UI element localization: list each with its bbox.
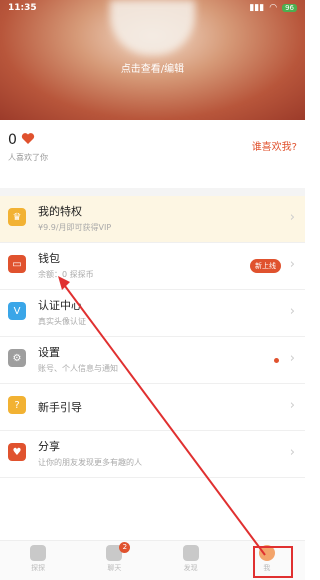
unread-badge: 2 (119, 542, 131, 553)
heart-icon (21, 130, 35, 149)
menu-item-share[interactable]: ♥ 分享 让你的朋友发现更多有趣的人 › (0, 431, 305, 478)
menu-item-subtitle: ¥9.9/月即可获得VIP (38, 223, 112, 232)
menu-item-title: 新手引导 (38, 401, 82, 414)
menu-item-subtitle: 账号、个人信息与通知 (38, 364, 118, 373)
menu-item-title: 认证中心 (38, 299, 82, 312)
crown-icon: ♛ (8, 208, 26, 226)
gear-icon: ⚙ (8, 349, 26, 367)
chevron-right-icon: › (289, 351, 295, 366)
settings-menu: ♛ 我的特权 ¥9.9/月即可获得VIP › ▭ 钱包 余额：0 探探币 新上线… (0, 196, 305, 478)
menu-item-title: 钱包 (38, 252, 60, 265)
wifi-icon: ◠ (269, 3, 278, 13)
status-time: 11:35 (8, 3, 37, 13)
status-bar: 11:35 ▮▮▮ ◠ 96 (0, 0, 305, 16)
discover-icon (182, 545, 199, 561)
notification-dot (274, 358, 279, 363)
profile-photo-header[interactable]: 11:35 ▮▮▮ ◠ 96 点击查看/编辑 (0, 0, 305, 120)
menu-item-title: 分享 (38, 440, 60, 453)
menu-item-privileges[interactable]: ♛ 我的特权 ¥9.9/月即可获得VIP › (0, 196, 305, 243)
tab-chat[interactable]: 2 聊天 (76, 541, 152, 580)
wallet-icon: ▭ (8, 255, 26, 273)
menu-item-subtitle: 余额：0 探探币 (38, 270, 94, 279)
likes-section: 0 人喜欢了你 谁喜欢我? (0, 128, 305, 168)
menu-item-title: 设置 (38, 346, 60, 359)
chevron-right-icon: › (289, 304, 295, 319)
signal-icon: ▮▮▮ (249, 3, 265, 13)
likes-caption: 人喜欢了你 (8, 153, 48, 162)
tab-discover[interactable]: 发现 (153, 541, 229, 580)
question-icon: ? (8, 396, 26, 414)
new-badge: 新上线 (250, 259, 281, 273)
tab-explore[interactable]: 探探 (0, 541, 76, 580)
chevron-right-icon: › (289, 210, 295, 225)
menu-item-verification[interactable]: V 认证中心 真实头像认证 › (0, 290, 305, 337)
menu-item-subtitle: 让你的朋友发现更多有趣的人 (38, 458, 142, 467)
chevron-right-icon: › (289, 445, 295, 460)
section-divider (0, 188, 305, 196)
chevron-right-icon: › (289, 398, 295, 413)
menu-item-settings[interactable]: ⚙ 设置 账号、个人信息与通知 › (0, 337, 305, 384)
heart-share-icon: ♥ (8, 443, 26, 461)
chevron-right-icon: › (289, 257, 295, 272)
battery-icon: 96 (282, 4, 297, 12)
verify-icon: V (8, 302, 26, 320)
tab-label: 探探 (31, 564, 46, 572)
cards-icon (30, 545, 47, 561)
edit-profile-hint[interactable]: 点击查看/编辑 (0, 60, 305, 75)
tab-label: 聊天 (107, 564, 122, 572)
highlight-box (253, 546, 293, 578)
menu-item-guide[interactable]: ? 新手引导 › (0, 384, 305, 431)
menu-item-wallet[interactable]: ▭ 钱包 余额：0 探探币 新上线 › (0, 243, 305, 290)
menu-item-subtitle: 真实头像认证 (38, 317, 86, 326)
who-likes-me-link[interactable]: 谁喜欢我? (252, 138, 297, 153)
likes-count: 0 (8, 131, 17, 148)
menu-item-title: 我的特权 (38, 205, 82, 218)
tab-label: 发现 (183, 564, 198, 572)
